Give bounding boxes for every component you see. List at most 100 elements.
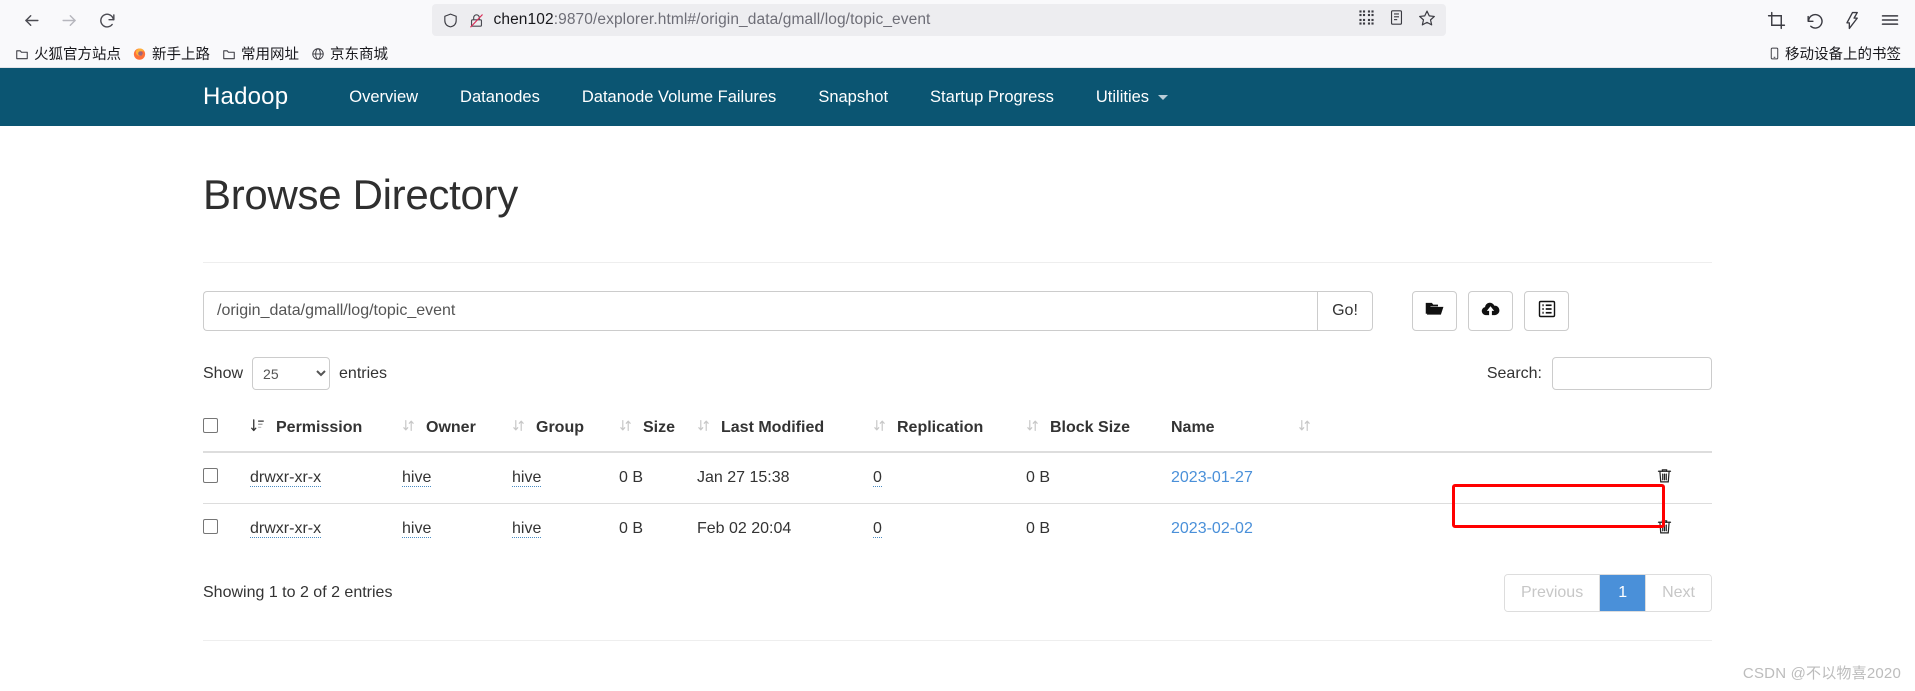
trash-icon[interactable] bbox=[1656, 517, 1673, 536]
back-arrow-icon[interactable] bbox=[14, 3, 48, 37]
pagination-page-1[interactable]: 1 bbox=[1600, 575, 1647, 611]
clipboard-list-icon bbox=[1537, 299, 1557, 324]
th-block-size[interactable]: Block Size bbox=[1026, 408, 1171, 453]
th-group[interactable]: Group bbox=[512, 408, 619, 453]
select-all-checkbox[interactable] bbox=[203, 418, 218, 433]
forward-arrow-icon[interactable] bbox=[52, 3, 86, 37]
th-size[interactable]: Size bbox=[619, 408, 697, 453]
chevron-down-icon bbox=[1158, 94, 1169, 100]
cell-replication: 0 bbox=[873, 503, 1026, 554]
urlbar-container: chen102:9870/explorer.html#/origin_data/… bbox=[124, 4, 1753, 36]
directory-table: Permission Owner Group Size Last Modifie… bbox=[203, 408, 1712, 554]
upload-files-button[interactable] bbox=[1468, 291, 1513, 331]
title-divider bbox=[203, 262, 1712, 263]
reader-view-icon[interactable] bbox=[1388, 9, 1405, 31]
cell-block-size: 0 B bbox=[1026, 469, 1051, 486]
bookmark-item-0[interactable]: 火狐官方站点 bbox=[10, 41, 128, 66]
page-root: chen102:9870/explorer.html#/origin_data/… bbox=[0, 0, 1915, 691]
sort-both-icon[interactable] bbox=[697, 417, 710, 439]
search-control: Search: bbox=[1487, 357, 1712, 390]
browser-right-icons bbox=[1753, 9, 1901, 31]
new-directory-button[interactable] bbox=[1412, 291, 1457, 331]
permission-link[interactable]: drwxr-xr-x bbox=[250, 469, 322, 487]
hadoop-brand[interactable]: Hadoop bbox=[203, 83, 328, 111]
th-last-modified-label: Last Modified bbox=[721, 419, 825, 436]
mobile-bookmarks-item[interactable]: 移动设备上的书签 bbox=[1767, 43, 1903, 64]
cell-last-modified: Jan 27 15:38 bbox=[697, 469, 790, 486]
folder-outline-icon bbox=[14, 46, 29, 61]
nav-item-overview[interactable]: Overview bbox=[328, 88, 439, 107]
bottom-divider bbox=[203, 640, 1712, 641]
owner-link[interactable]: hive bbox=[402, 469, 432, 487]
url-text[interactable]: chen102:9870/explorer.html#/origin_data/… bbox=[494, 11, 1343, 29]
sort-desc-active-icon[interactable] bbox=[250, 417, 265, 439]
hamburger-menu-icon[interactable] bbox=[1879, 9, 1901, 31]
nav-item-snapshot[interactable]: Snapshot bbox=[797, 88, 909, 107]
reload-icon[interactable] bbox=[90, 3, 124, 37]
bookmark-item-3[interactable]: 京东商城 bbox=[306, 41, 395, 66]
bookmark-item-2[interactable]: 常用网址 bbox=[217, 41, 306, 66]
pocket-icon[interactable] bbox=[1841, 9, 1863, 31]
go-button[interactable]: Go! bbox=[1317, 291, 1373, 331]
showing-entries-info: Showing 1 to 2 of 2 entries bbox=[203, 584, 393, 601]
sort-both-icon[interactable] bbox=[402, 417, 415, 439]
mobile-bookmarks-label: 移动设备上的书签 bbox=[1785, 47, 1901, 63]
row-checkbox[interactable] bbox=[203, 468, 218, 483]
search-input[interactable] bbox=[1552, 357, 1712, 390]
cell-actions bbox=[1656, 503, 1712, 554]
nav-item-datanode-volume-failures[interactable]: Datanode Volume Failures bbox=[561, 88, 797, 107]
sort-both-icon[interactable] bbox=[1298, 417, 1311, 439]
owner-link[interactable]: hive bbox=[402, 520, 432, 538]
permission-link[interactable]: drwxr-xr-x bbox=[250, 520, 322, 538]
sort-both-icon[interactable] bbox=[1026, 417, 1039, 439]
mobile-phone-icon bbox=[1767, 46, 1782, 61]
qr-code-icon[interactable] bbox=[1358, 9, 1375, 31]
watermark: CSDN @不以物喜2020 bbox=[1742, 665, 1901, 682]
shield-icon[interactable] bbox=[442, 12, 459, 29]
broken-lock-icon[interactable] bbox=[468, 12, 485, 29]
entries-select[interactable]: 25 50 100 bbox=[252, 357, 331, 390]
cell-actions bbox=[1656, 452, 1712, 504]
undo-arrow-icon[interactable] bbox=[1803, 9, 1825, 31]
cut-paste-button[interactable] bbox=[1524, 291, 1569, 331]
row-checkbox[interactable] bbox=[203, 519, 218, 534]
th-name[interactable]: Name bbox=[1171, 408, 1656, 453]
th-replication-label: Replication bbox=[897, 419, 984, 436]
group-link[interactable]: hive bbox=[512, 520, 542, 538]
th-select-all bbox=[203, 408, 250, 453]
th-replication[interactable]: Replication bbox=[873, 408, 1026, 453]
name-link[interactable]: 2023-01-27 bbox=[1171, 469, 1253, 486]
cell-name: 2023-01-27 bbox=[1171, 452, 1656, 504]
sort-both-icon[interactable] bbox=[873, 417, 886, 439]
name-link[interactable]: 2023-02-02 bbox=[1171, 520, 1253, 537]
path-input[interactable] bbox=[203, 291, 1317, 331]
pagination-next[interactable]: Next bbox=[1646, 575, 1711, 611]
nav-item-utilities-label: Utilities bbox=[1095, 87, 1150, 106]
trash-icon[interactable] bbox=[1656, 466, 1673, 485]
th-permission[interactable]: Permission bbox=[250, 408, 402, 453]
nav-item-utilities[interactable]: Utilities bbox=[1075, 88, 1189, 107]
nav-item-datanodes[interactable]: Datanodes bbox=[439, 88, 561, 107]
cloud-upload-icon bbox=[1480, 298, 1501, 324]
replication-link[interactable]: 0 bbox=[873, 520, 882, 538]
firefox-icon bbox=[132, 46, 147, 61]
bookmarks-bar: 火狐官方站点 新手上路 常用网址 京东商城 移动设备上的书签 bbox=[0, 40, 1915, 68]
pagination-previous[interactable]: Previous bbox=[1504, 575, 1601, 611]
bookmark-item-1[interactable]: 新手上路 bbox=[128, 41, 217, 66]
sort-both-icon[interactable] bbox=[512, 417, 525, 439]
browser-toolbar: chen102:9870/explorer.html#/origin_data/… bbox=[0, 0, 1915, 40]
th-owner[interactable]: Owner bbox=[402, 408, 512, 453]
sort-both-icon[interactable] bbox=[619, 417, 632, 439]
nav-item-startup-progress[interactable]: Startup Progress bbox=[909, 88, 1075, 107]
th-last-modified[interactable]: Last Modified bbox=[697, 408, 873, 453]
directory-action-buttons bbox=[1412, 291, 1569, 331]
replication-link[interactable]: 0 bbox=[873, 469, 882, 487]
th-permission-label: Permission bbox=[276, 419, 363, 436]
group-link[interactable]: hive bbox=[512, 469, 542, 487]
folder-open-icon bbox=[1424, 298, 1445, 324]
star-bookmark-icon[interactable] bbox=[1418, 9, 1436, 32]
address-bar[interactable]: chen102:9870/explorer.html#/origin_data/… bbox=[431, 4, 1446, 36]
cell-group: hive bbox=[512, 503, 619, 554]
th-group-label: Group bbox=[536, 419, 584, 436]
screenshot-crop-icon[interactable] bbox=[1765, 9, 1787, 31]
